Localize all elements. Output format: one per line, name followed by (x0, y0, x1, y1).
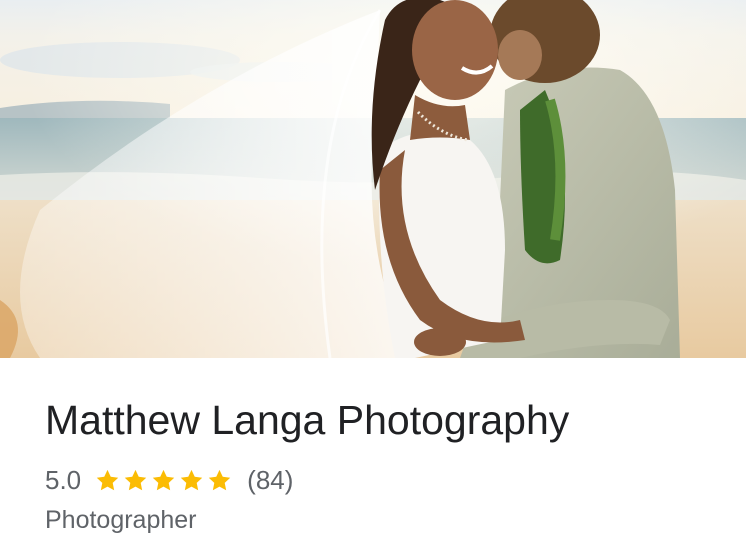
business-card[interactable]: Matthew Langa Photography 5.0 (84) Photo… (0, 0, 746, 556)
review-count[interactable]: (84) (247, 465, 293, 496)
rating-row[interactable]: 5.0 (84) (45, 464, 293, 496)
star-icon (179, 468, 204, 493)
business-photo[interactable] (0, 0, 746, 358)
star-icon (123, 468, 148, 493)
business-category: Photographer (45, 506, 197, 534)
business-info: Matthew Langa Photography 5.0 (84) Photo… (0, 358, 746, 556)
star-icon (151, 468, 176, 493)
star-icon (207, 468, 232, 493)
star-rating (95, 468, 235, 493)
star-icon (95, 468, 120, 493)
business-name[interactable]: Matthew Langa Photography (45, 396, 569, 444)
rating-value: 5.0 (45, 464, 82, 495)
